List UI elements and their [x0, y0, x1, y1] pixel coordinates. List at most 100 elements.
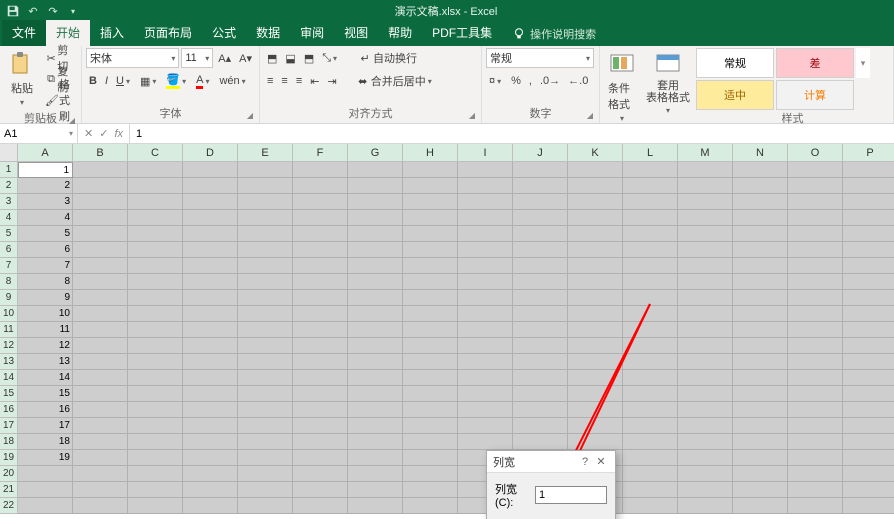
- dialog-help-icon[interactable]: ?: [577, 456, 593, 468]
- cell[interactable]: [458, 338, 513, 354]
- column-header[interactable]: M: [678, 144, 733, 162]
- increase-indent-button[interactable]: ⇥: [324, 71, 339, 91]
- cell[interactable]: [513, 162, 568, 178]
- chevron-down-icon[interactable]: ▾: [240, 77, 248, 86]
- cell[interactable]: 10: [18, 306, 73, 322]
- comma-button[interactable]: ,: [526, 71, 535, 91]
- cell[interactable]: [403, 450, 458, 466]
- column-header[interactable]: K: [568, 144, 623, 162]
- row-header[interactable]: 7: [0, 258, 18, 274]
- cell[interactable]: [238, 306, 293, 322]
- cell[interactable]: [128, 466, 183, 482]
- cell[interactable]: [128, 354, 183, 370]
- font-size-combo[interactable]: 11▾: [181, 48, 213, 68]
- column-header[interactable]: G: [348, 144, 403, 162]
- align-top-button[interactable]: ⬒: [264, 48, 280, 68]
- underline-button[interactable]: U▾: [113, 71, 135, 91]
- column-header[interactable]: F: [293, 144, 348, 162]
- cell[interactable]: [348, 242, 403, 258]
- cell[interactable]: [733, 450, 788, 466]
- row-header[interactable]: 11: [0, 322, 18, 338]
- cell[interactable]: [733, 194, 788, 210]
- cell[interactable]: [238, 162, 293, 178]
- cell[interactable]: [403, 290, 458, 306]
- cell[interactable]: [788, 354, 843, 370]
- cell[interactable]: [623, 482, 678, 498]
- cell[interactable]: [843, 306, 894, 322]
- cell[interactable]: 14: [18, 370, 73, 386]
- cell[interactable]: [293, 434, 348, 450]
- cell[interactable]: [568, 194, 623, 210]
- column-header[interactable]: P: [843, 144, 894, 162]
- increase-font-button[interactable]: A▴: [215, 48, 234, 68]
- cell[interactable]: [293, 418, 348, 434]
- cell[interactable]: [458, 162, 513, 178]
- cell[interactable]: [403, 482, 458, 498]
- cell[interactable]: [348, 450, 403, 466]
- cell[interactable]: [458, 274, 513, 290]
- cell[interactable]: [403, 162, 458, 178]
- cell[interactable]: [678, 290, 733, 306]
- cell[interactable]: [293, 290, 348, 306]
- cell[interactable]: [733, 354, 788, 370]
- cell[interactable]: [788, 258, 843, 274]
- cell[interactable]: [348, 258, 403, 274]
- cell[interactable]: [623, 466, 678, 482]
- column-header[interactable]: E: [238, 144, 293, 162]
- tell-me[interactable]: 操作说明搜索: [502, 26, 606, 46]
- column-header[interactable]: J: [513, 144, 568, 162]
- cell[interactable]: [238, 354, 293, 370]
- cell[interactable]: [73, 322, 128, 338]
- border-button[interactable]: ▦▾: [137, 71, 161, 91]
- cell[interactable]: [348, 354, 403, 370]
- cell[interactable]: [678, 386, 733, 402]
- cell[interactable]: [183, 402, 238, 418]
- cell[interactable]: [678, 274, 733, 290]
- cell[interactable]: [73, 402, 128, 418]
- cell[interactable]: [348, 290, 403, 306]
- cell[interactable]: [568, 418, 623, 434]
- cell[interactable]: [183, 450, 238, 466]
- row-header[interactable]: 21: [0, 482, 18, 498]
- cell[interactable]: [128, 482, 183, 498]
- cell[interactable]: [238, 386, 293, 402]
- cell[interactable]: [238, 226, 293, 242]
- cell[interactable]: [678, 418, 733, 434]
- cell[interactable]: [403, 274, 458, 290]
- cell[interactable]: [18, 466, 73, 482]
- cell[interactable]: [733, 210, 788, 226]
- cell[interactable]: [73, 290, 128, 306]
- phonetic-button[interactable]: wén▾: [216, 71, 250, 91]
- cell[interactable]: [788, 402, 843, 418]
- font-name-combo[interactable]: 宋体▾: [86, 48, 179, 68]
- cell[interactable]: [293, 306, 348, 322]
- cell[interactable]: [128, 210, 183, 226]
- cell[interactable]: [183, 466, 238, 482]
- cell[interactable]: [348, 178, 403, 194]
- cell[interactable]: [293, 466, 348, 482]
- cell[interactable]: [568, 258, 623, 274]
- cell[interactable]: [458, 306, 513, 322]
- cell[interactable]: [623, 370, 678, 386]
- column-header[interactable]: I: [458, 144, 513, 162]
- cell[interactable]: [128, 162, 183, 178]
- cell[interactable]: [183, 226, 238, 242]
- tab-pdf[interactable]: PDF工具集: [422, 20, 502, 46]
- cell[interactable]: 1: [18, 162, 73, 178]
- cell[interactable]: [623, 402, 678, 418]
- cell[interactable]: [73, 498, 128, 514]
- format-painter-button[interactable]: 🖌格式刷: [42, 90, 77, 110]
- cell[interactable]: [348, 418, 403, 434]
- cell[interactable]: [348, 402, 403, 418]
- cell[interactable]: [73, 274, 128, 290]
- column-header[interactable]: C: [128, 144, 183, 162]
- cell[interactable]: [403, 370, 458, 386]
- cell[interactable]: [788, 338, 843, 354]
- cell[interactable]: [293, 162, 348, 178]
- cell[interactable]: [238, 274, 293, 290]
- cell[interactable]: [733, 322, 788, 338]
- cell[interactable]: [788, 210, 843, 226]
- column-header[interactable]: O: [788, 144, 843, 162]
- cell[interactable]: [403, 226, 458, 242]
- cell[interactable]: [788, 306, 843, 322]
